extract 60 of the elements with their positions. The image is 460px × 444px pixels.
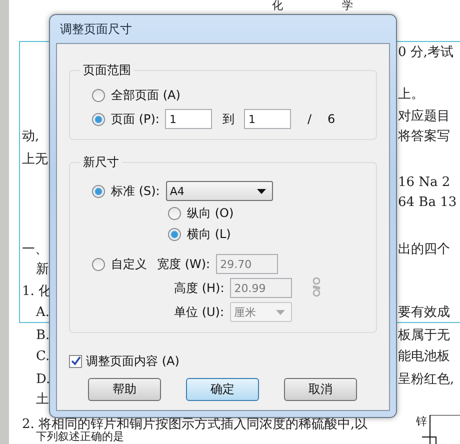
dialog-button[interactable]: 取消 [284, 378, 357, 401]
to-label: 到 [222, 110, 234, 128]
document-text: C. [36, 350, 50, 365]
from-page-field[interactable]: 1 [165, 109, 212, 129]
document-text: A. [36, 306, 50, 321]
width-field[interactable]: 29.70 [216, 254, 278, 274]
radio-button[interactable] [92, 88, 105, 102]
document-text: 板属于无 [398, 329, 450, 344]
radio-label: 全部页面 (A) [111, 86, 180, 104]
radio-button[interactable] [92, 258, 105, 270]
document-title: 学 [342, 0, 353, 13]
radio-label: 自定义 [111, 256, 147, 272]
document-text: B. [36, 329, 50, 344]
window-title: 调整页面尺寸 [59, 20, 133, 38]
document-text: 能电池板 [398, 350, 450, 365]
radio-label: 页面 (P): [111, 110, 160, 128]
to-page-field[interactable]: 1 [244, 109, 292, 129]
document-text: 2. 将相同的锌片和铜片按图示方式插入同浓度的稀硫酸中,以 [22, 418, 368, 432]
field-label: 单位 (U): [174, 304, 224, 320]
checkbox[interactable] [69, 354, 82, 368]
dialog-button[interactable]: 确定 [186, 378, 259, 401]
radio-label: 标准 (S): [111, 182, 160, 200]
paper-size-select[interactable]: A4 [166, 181, 273, 201]
height-field[interactable]: 20.99 [230, 278, 292, 298]
document-text: 一、 [22, 243, 48, 258]
document-text: 新 [36, 263, 49, 278]
field-label: 宽度 (W): [157, 256, 210, 272]
dialog-button[interactable]: 帮助 [88, 378, 161, 401]
diagram-label: 锌 [416, 416, 427, 429]
document-text: 要有效成 [398, 306, 450, 321]
field-label: 高度 (H): [174, 280, 224, 296]
caret-icon [276, 310, 286, 314]
document-text: D. [36, 373, 50, 388]
caret-icon [256, 188, 266, 194]
group-title: 页面范围 [82, 62, 132, 79]
group-title: 新尺寸 [82, 154, 120, 171]
radio-label: 纵向 (O) [187, 204, 234, 222]
page-total: 6 [328, 112, 336, 126]
document-text: 土 [36, 393, 49, 408]
document-text: 对应题目 [398, 110, 450, 125]
document-text: 将答案写 [398, 130, 450, 145]
unit-select[interactable]: 厘米 [230, 302, 292, 322]
document-text: 动, [22, 130, 40, 145]
document-title: 化 [272, 0, 283, 13]
radio-label: 横向 (L) [187, 226, 231, 242]
document-text: 出的四个 [398, 243, 450, 258]
document-text: 呈粉红色, [398, 373, 454, 388]
document-text: 64 Ba 13 [398, 196, 457, 211]
document-text: 下列叙述正确的是 [36, 431, 124, 444]
document-text: 上无 [22, 153, 48, 168]
radio-button[interactable] [92, 112, 105, 126]
checkbox-label: 调整页面内容 (A) [86, 352, 180, 370]
link-icon [312, 277, 322, 297]
radio-button[interactable] [168, 206, 181, 220]
radio-button[interactable] [92, 184, 105, 198]
radio-button[interactable] [168, 228, 181, 240]
document-text: 上。 [398, 88, 424, 103]
document-text: 16 Na 2 [398, 176, 450, 191]
separator: / [307, 112, 312, 126]
document-text: 0 分,考试 [398, 46, 454, 61]
